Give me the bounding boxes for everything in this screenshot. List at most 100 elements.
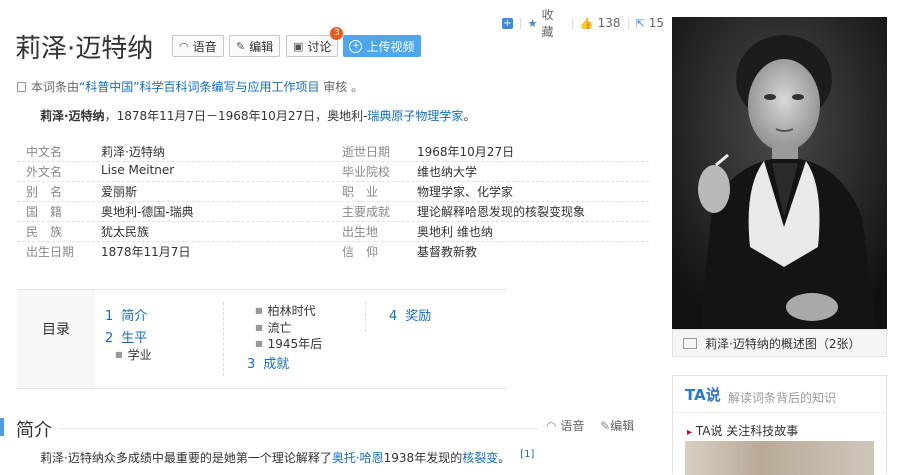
- page-title: 莉泽·迈特纳: [15, 34, 154, 64]
- section-tools: ◠ 语音 ✎编辑: [546, 417, 634, 434]
- info-row: 民 族 犹太民族 出生地 奥地利 维也纳: [17, 223, 649, 243]
- toc-text: 生平: [121, 331, 148, 346]
- toc-text: 简介: [121, 309, 148, 324]
- info-label: 主要成就: [342, 205, 391, 219]
- summary-text: ，1878年11月7日－1968年10月27日，奥地利-: [104, 109, 368, 123]
- toc-item-achievements[interactable]: 3 成就: [247, 353, 289, 372]
- toc-text: 奖励: [405, 309, 432, 324]
- voice-button[interactable]: ◠ 语音: [172, 35, 224, 57]
- nuclear-fission-link[interactable]: 核裂变: [462, 451, 498, 465]
- info-value: 1878年11月7日: [101, 245, 191, 259]
- discuss-button[interactable]: ▣ 讨论 3: [286, 27, 344, 57]
- share-icon[interactable]: ⇱: [635, 17, 644, 30]
- section-voice-button[interactable]: ◠ 语音: [546, 419, 584, 433]
- summary-name: 莉泽·迈特纳: [40, 109, 105, 123]
- upload-video-button[interactable]: + 上传视频: [343, 35, 421, 57]
- toc-subitem-after-1945[interactable]: ■ 1945年后: [255, 335, 322, 352]
- info-label: 别 名: [26, 185, 63, 199]
- info-row: 别 名 爱丽斯 职 业 物理学家、化学家: [17, 183, 649, 203]
- info-label: 毕业院校: [342, 165, 391, 179]
- reference-link[interactable]: [1]: [520, 449, 534, 460]
- info-value: 犹太民族: [101, 225, 150, 239]
- toc-num: 1: [105, 309, 114, 324]
- discuss-button-label: 讨论: [307, 39, 332, 54]
- section-title: 简介: [16, 420, 52, 441]
- ta-story-image[interactable]: [685, 441, 874, 475]
- edit-button[interactable]: ✎ 编辑: [229, 35, 281, 57]
- summary-profession-link[interactable]: 瑞典原子物理学家: [367, 109, 463, 123]
- toc-subtext: 流亡: [267, 321, 292, 335]
- like-count[interactable]: 138: [598, 16, 621, 30]
- pencil-icon: ✎: [236, 39, 246, 53]
- info-row: 出生日期 1878年11月7日 信 仰 基督教新教: [17, 243, 649, 263]
- info-value: Lise Meitner: [101, 163, 175, 177]
- para-text: 莉泽·迈特纳众多成绩中最重要的是她第一个理论解释了: [40, 451, 332, 465]
- info-label: 职 业: [342, 185, 379, 199]
- review-credit: 本词条由“科普中国”科学百科词条编写与应用工作项目 审核 。: [17, 78, 363, 95]
- otto-hahn-link[interactable]: 奥托·哈恩: [332, 451, 384, 465]
- info-label: 中文名: [26, 145, 63, 159]
- toc-subtext: 1945年后: [267, 337, 323, 351]
- info-label: 逝世日期: [342, 145, 391, 159]
- toc-subitem-exile[interactable]: ■ 流亡: [255, 319, 292, 336]
- photo-caption[interactable]: 莉泽·迈特纳的概述图（2张）: [672, 329, 887, 357]
- portrait-image: [672, 17, 887, 329]
- add-icon[interactable]: +: [502, 17, 513, 29]
- edit-button-label: 编辑: [249, 39, 274, 54]
- section-edit-label: 编辑: [610, 419, 635, 433]
- info-label: 外文名: [26, 165, 63, 179]
- toc-item-intro[interactable]: 1 简介: [105, 305, 147, 324]
- info-label: 出生日期: [26, 245, 75, 259]
- collect-label[interactable]: 收藏: [542, 6, 565, 40]
- ta-follow[interactable]: ▸ TA说 关注科技故事: [687, 422, 798, 439]
- discuss-icon: ▣: [293, 39, 304, 53]
- summary-photo[interactable]: [672, 17, 887, 329]
- info-label: 出生地: [342, 225, 379, 239]
- toc-subtext: 学业: [127, 348, 152, 362]
- info-label: 国 籍: [26, 205, 63, 219]
- info-value: 奥地利 维也纳: [417, 225, 493, 239]
- ta-subtitle: 解读词条背后的知识: [728, 391, 837, 405]
- summary-end: 。: [463, 109, 476, 123]
- ta-follow-text: TA说 关注科技故事: [695, 424, 799, 438]
- toc-subtext: 柏林时代: [267, 304, 316, 318]
- toc-item-life[interactable]: 2 生平: [105, 327, 147, 346]
- credit-prefix: 本词条由: [31, 80, 80, 94]
- info-value: 爱丽斯: [101, 185, 138, 199]
- info-value: 莉泽·迈特纳: [101, 145, 165, 159]
- document-icon: [17, 82, 26, 92]
- article-stats: + ★ 收藏 👍 138 ⇱ 15: [502, 8, 664, 39]
- para-text: 。: [498, 451, 511, 465]
- info-value: 奥地利-德国-瑞典: [101, 205, 194, 219]
- section-edit-button[interactable]: ✎编辑: [600, 419, 634, 433]
- info-value: 基督教新教: [417, 245, 478, 259]
- toc-num: 4: [389, 309, 398, 324]
- info-value: 1968年10月27日: [417, 145, 515, 159]
- ta-shuo-panel: TA说 解读词条背后的知识 ▸ TA说 关注科技故事: [672, 375, 887, 475]
- headphones-icon: ◠: [179, 39, 189, 53]
- ta-logo: TA说: [685, 386, 721, 404]
- upload-video-label: 上传视频: [366, 39, 415, 54]
- plus-circle-icon: +: [349, 39, 363, 53]
- toc-item-awards[interactable]: 4 奖励: [389, 305, 431, 324]
- catalog-label-box: 目录: [17, 290, 95, 388]
- info-value-link[interactable]: 物理学家、化学家: [417, 183, 513, 200]
- info-row: 中文名 莉泽·迈特纳 逝世日期 1968年10月27日: [17, 143, 649, 163]
- voice-button-label: 语音: [192, 39, 217, 54]
- para-text: 1938年发现的: [383, 451, 463, 465]
- credit-org-link[interactable]: “科普中国”科学百科词条编写与应用工作项目: [79, 80, 319, 94]
- thumbs-up-icon[interactable]: 👍: [580, 17, 594, 30]
- share-count[interactable]: 15: [649, 16, 664, 30]
- pencil-icon: ✎: [600, 419, 611, 433]
- section-marker: [0, 418, 4, 436]
- toc-subitem-study[interactable]: ■ 学业: [115, 346, 152, 363]
- table-of-contents: 目录 1 简介 2 生平 ■ 学业 ■ 柏林时代 ■ 流亡 ■ 1945年后 3 成就 4 奖励: [17, 289, 507, 389]
- toc-subitem-berlin[interactable]: ■ 柏林时代: [255, 302, 316, 319]
- info-row: 国 籍 奥地利-德国-瑞典 主要成就 理论解释哈恩发现的核裂变现象: [17, 203, 649, 223]
- toc-text: 成就: [263, 357, 290, 372]
- info-value: 维也纳大学: [417, 165, 478, 179]
- photo-caption-text: 莉泽·迈特纳的概述图（2张）: [705, 336, 861, 351]
- star-icon[interactable]: ★: [528, 17, 538, 30]
- album-icon: [683, 337, 697, 349]
- catalog-label: 目录: [42, 322, 70, 338]
